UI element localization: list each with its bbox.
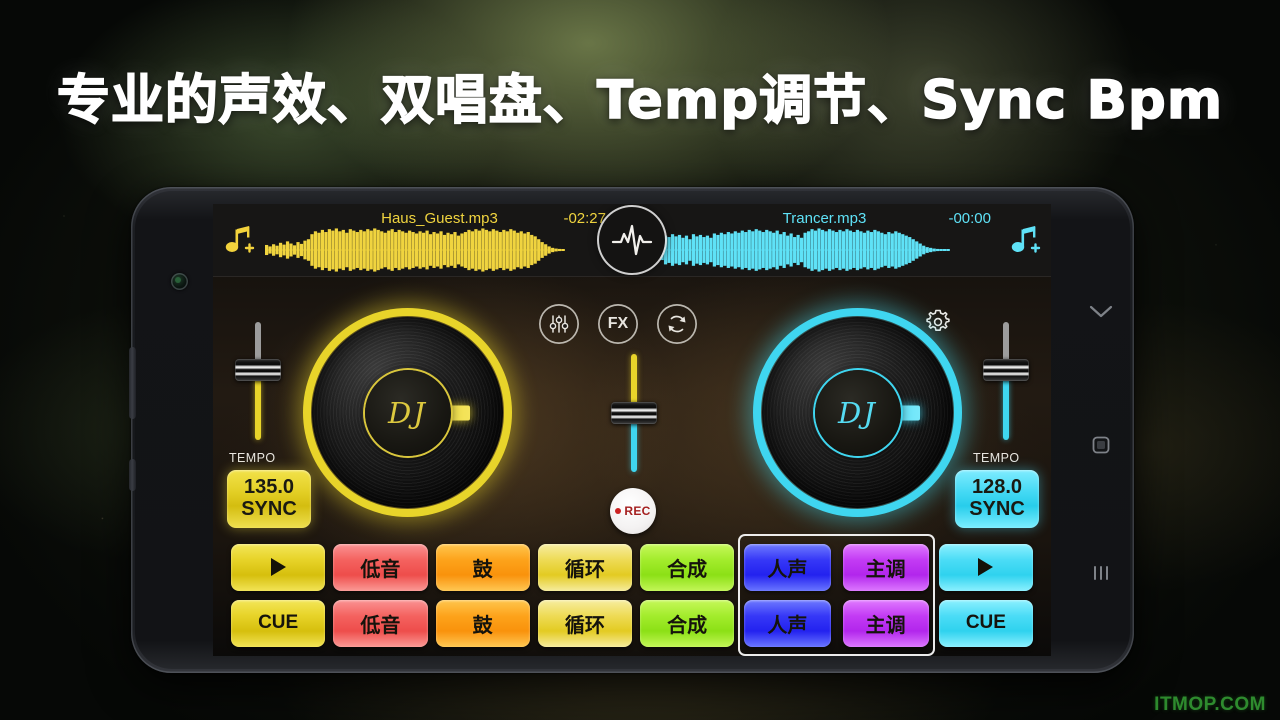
tempo-label-right: TEMPO	[973, 451, 1020, 465]
pad-column-loop-left: 循环 循环	[534, 534, 636, 656]
volume-button[interactable]	[129, 347, 136, 419]
track-title-left: Haus_Guest.mp3	[381, 209, 498, 227]
fx-label: FX	[607, 315, 629, 332]
site-watermark: ITMOP.COM	[1154, 694, 1266, 715]
waveform-left-canvas	[265, 227, 565, 272]
pad-column-drum-left: 鼓 鼓	[432, 534, 534, 656]
eq-button[interactable]	[539, 304, 579, 344]
track-strip: Haus_Guest.mp3 -02:27 Trancer.mp3 -00:00	[213, 204, 1051, 277]
fader-left-handle[interactable]	[235, 359, 281, 381]
pad-label: 人声	[767, 612, 808, 637]
pad-loop-left-bottom[interactable]: 循环	[537, 599, 632, 647]
pad-bass-left-top[interactable]: 低音	[333, 543, 428, 591]
pad-bass-left-bottom[interactable]: 低音	[333, 599, 428, 647]
sync-loop-button[interactable]	[657, 304, 697, 344]
pad-label: 低音	[360, 556, 401, 581]
play-icon	[978, 558, 994, 576]
track-time-left: -02:27	[563, 209, 606, 227]
tempo-label-left: TEMPO	[229, 451, 276, 465]
pad-transport-left-top[interactable]	[231, 543, 326, 591]
turntable-right[interactable]: DJ	[753, 308, 962, 517]
deck-left-center-label: DJ	[364, 369, 451, 456]
music-note-add-icon-left[interactable]	[219, 220, 259, 260]
fader-left-track-lower	[255, 374, 261, 440]
fx-button[interactable]: FX	[598, 304, 638, 344]
pad-loop-left-top[interactable]: 循环	[537, 543, 632, 591]
pad-column-bass-left: 低音 低音	[329, 534, 431, 656]
deck-right-dj-text: DJ	[838, 395, 877, 430]
track-time-right: -00:00	[948, 209, 991, 227]
deck-right-strip: Trancer.mp3 -00:00	[632, 204, 1051, 277]
bpm-sync-button-left[interactable]: 135.0 SYNC	[227, 470, 311, 528]
turntable-left[interactable]: DJ	[303, 308, 512, 517]
pad-vocal-right-bottom[interactable]: 人声	[744, 599, 831, 647]
pad-label: 循环	[564, 612, 605, 637]
phone-device: Haus_Guest.mp3 -02:27 Trancer.mp3 -00:00	[129, 187, 1134, 673]
deck-left-strip: Haus_Guest.mp3 -02:27	[213, 204, 632, 277]
pad-label: CUE	[965, 612, 1006, 633]
pad-column-transport-left: CUE	[227, 534, 329, 656]
play-icon	[270, 558, 286, 576]
deck-left-dj-text: DJ	[388, 395, 427, 430]
app-screen: Haus_Guest.mp3 -02:27 Trancer.mp3 -00:00	[213, 204, 1051, 656]
pad-synth-right-top[interactable]: 合成	[640, 543, 735, 591]
record-button[interactable]: REC	[610, 488, 656, 534]
pad-transport-right-bottom[interactable]: CUE	[938, 599, 1033, 647]
pad-label: 合成	[667, 556, 708, 581]
pad-transport-left-bottom[interactable]: CUE	[231, 599, 326, 647]
track-title-right: Trancer.mp3	[782, 209, 867, 227]
record-dot-icon	[615, 508, 622, 514]
pad-label: 主调	[865, 612, 906, 637]
music-note-add-icon-right[interactable]	[1005, 220, 1045, 260]
vu-meter-button[interactable]	[599, 207, 665, 273]
pad-column-transport-right: CUE	[935, 534, 1037, 656]
page-title: 专业的声效、双唱盘、Temp调节、Sync Bpm	[56, 69, 1224, 132]
tempo-fader-left[interactable]	[231, 322, 285, 440]
waveform-left[interactable]: Haus_Guest.mp3 -02:27	[265, 204, 614, 277]
sync-label-right: SYNC	[969, 498, 1025, 520]
pad-grid: CUE 低音 低音 鼓 鼓 循环 循环 合成 合成 人声 人声 主调 主调 CU…	[213, 534, 1051, 656]
front-camera	[171, 273, 188, 290]
pad-drum-left-top[interactable]: 鼓	[435, 543, 530, 591]
recents-icon[interactable]	[1092, 564, 1110, 587]
power-button[interactable]	[129, 459, 136, 491]
android-navigation-bar	[1068, 191, 1134, 669]
home-icon[interactable]	[1091, 435, 1111, 460]
bpm-sync-button-right[interactable]: 128.0 SYNC	[955, 470, 1039, 528]
record-label: REC	[624, 504, 651, 518]
waveform-right[interactable]: Trancer.mp3 -00:00	[650, 204, 999, 277]
pad-drum-left-bottom[interactable]: 鼓	[435, 599, 530, 647]
pad-label: 主调	[865, 556, 906, 581]
crossfader-track-upper	[631, 354, 637, 406]
pad-label: CUE	[258, 612, 299, 633]
pad-group-highlighted: 人声 人声 主调 主调	[738, 534, 935, 656]
pad-label: 循环	[564, 556, 605, 581]
pad-label: 人声	[767, 556, 808, 581]
waveform-right-canvas	[650, 227, 950, 272]
pad-column-melody-right: 主调 主调	[841, 538, 931, 652]
crossfader-track-lower	[631, 420, 637, 472]
tempo-fader-right[interactable]	[979, 322, 1033, 440]
pad-melody-right-bottom[interactable]: 主调	[842, 599, 929, 647]
pad-column-vocal-right: 人声 人声	[742, 538, 832, 652]
pad-label: 鼓	[472, 556, 493, 581]
pad-synth-right-bottom[interactable]: 合成	[640, 599, 735, 647]
bpm-value-right: 128.0	[971, 476, 1023, 499]
bpm-value-left: 135.0	[243, 476, 295, 499]
deck-right-center-label: DJ	[814, 369, 901, 456]
sync-label-left: SYNC	[241, 498, 297, 520]
crossfader[interactable]	[607, 354, 661, 472]
pad-vocal-right-top[interactable]: 人声	[744, 543, 831, 591]
pad-melody-right-top[interactable]: 主调	[842, 543, 929, 591]
pad-label: 低音	[360, 612, 401, 637]
pad-transport-right-top[interactable]	[938, 543, 1033, 591]
back-icon[interactable]	[1088, 303, 1114, 324]
fader-right-track-lower	[1003, 374, 1009, 440]
pad-label: 鼓	[472, 612, 493, 637]
fader-right-handle[interactable]	[983, 359, 1029, 381]
crossfader-handle[interactable]	[611, 402, 657, 424]
pad-column-synth-right: 合成 合成	[636, 534, 738, 656]
pad-label: 合成	[667, 612, 708, 637]
